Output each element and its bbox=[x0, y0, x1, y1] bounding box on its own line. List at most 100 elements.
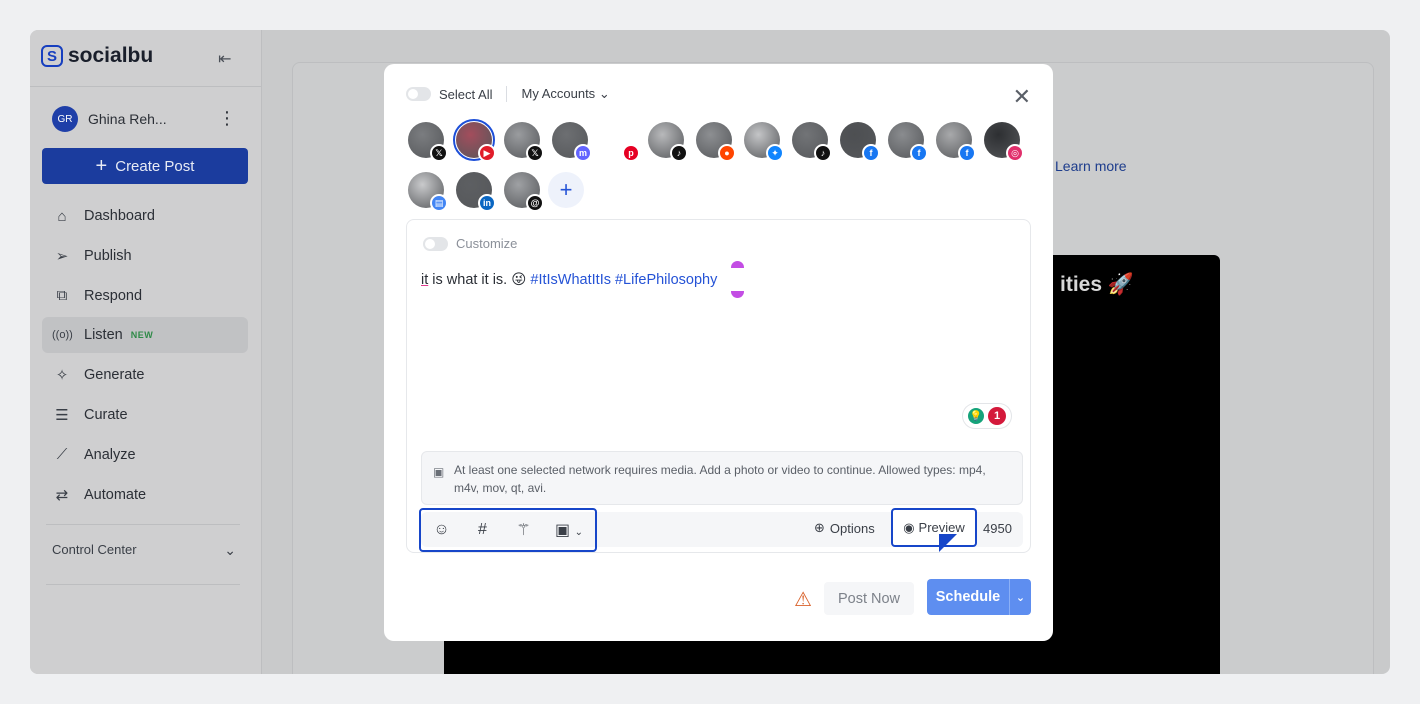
options-button[interactable]: ⊕ Options bbox=[814, 520, 875, 536]
divider bbox=[46, 524, 240, 525]
post-textarea[interactable]: it is what it is. 😜 #ItIsWhatItIs #LifeP… bbox=[421, 272, 717, 288]
sidebar-item-respond[interactable]: ⧉ Respond bbox=[42, 278, 248, 314]
account-avatar-mastodon[interactable]: m bbox=[552, 122, 592, 162]
tiktok-icon: ♪ bbox=[670, 144, 688, 162]
threads-icon: @ bbox=[526, 194, 544, 212]
avatar: GR bbox=[52, 106, 78, 132]
schedule-options-chevron-icon[interactable]: ⌄ bbox=[1009, 579, 1031, 615]
account-avatar-facebook[interactable]: f bbox=[888, 122, 928, 162]
sidebar-item-publish[interactable]: ➢ Publish bbox=[42, 238, 248, 274]
add-account-button[interactable]: + bbox=[548, 172, 584, 208]
accounts-dropdown[interactable]: My Accounts ⌄ bbox=[521, 86, 609, 102]
post-now-label: Post Now bbox=[837, 590, 901, 607]
add-media-icon[interactable]: ▣ ⌄ bbox=[544, 520, 594, 540]
send-icon: ➢ bbox=[55, 247, 69, 265]
broadcast-icon: ((o)) bbox=[52, 329, 73, 342]
repeat-icon: ⇄ bbox=[55, 486, 69, 504]
account-avatar-pinterest[interactable]: p bbox=[600, 122, 640, 162]
sidebar-item-label: Respond bbox=[84, 287, 143, 304]
instagram-icon: ◎ bbox=[1006, 144, 1024, 162]
sidebar-item-label: Automate bbox=[84, 486, 147, 503]
account-avatar-threads[interactable]: @ bbox=[504, 172, 544, 212]
divider bbox=[46, 584, 240, 585]
control-center-toggle[interactable]: Control Center ⌄ bbox=[52, 542, 236, 559]
selection-handle-bottom[interactable] bbox=[731, 291, 744, 298]
sidebar-item-generate[interactable]: ✧ Generate bbox=[42, 357, 248, 393]
account-avatar-youtube[interactable]: ▶ bbox=[453, 119, 496, 162]
panel-heading: ities 🚀 bbox=[1060, 273, 1135, 296]
account-avatar-reddit[interactable]: ● bbox=[696, 122, 736, 162]
schedule-label: Schedule bbox=[935, 589, 1001, 605]
preview-label: Preview bbox=[918, 520, 965, 535]
mouse-cursor-icon bbox=[939, 534, 957, 552]
create-post-button[interactable]: + Create Post bbox=[42, 148, 248, 184]
collapse-sidebar-icon[interactable]: ⇤ bbox=[218, 49, 231, 69]
plus-icon: + bbox=[95, 154, 108, 177]
account-avatar-linkedin[interactable]: in bbox=[456, 172, 496, 212]
media-requirement-notice: ▣ At least one selected network requires… bbox=[421, 451, 1023, 505]
sparkle-icon: ✧ bbox=[55, 367, 69, 385]
sidebar-item-label: Curate bbox=[84, 406, 128, 423]
grammar-checker-widget[interactable]: 💡 1 bbox=[963, 404, 1011, 428]
create-post-label: Create Post bbox=[115, 157, 195, 175]
image-icon: ▣ bbox=[433, 465, 445, 479]
socialbu-logo-icon: S bbox=[41, 45, 63, 67]
sidebar-item-label: Publish bbox=[84, 247, 132, 264]
account-avatar-google-business[interactable]: ▤ bbox=[408, 172, 448, 212]
sidebar-item-dashboard[interactable]: ⌂ Dashboard bbox=[42, 198, 248, 234]
character-count: 4950 bbox=[983, 521, 1012, 536]
account-avatar-facebook[interactable]: f bbox=[840, 122, 880, 162]
mastodon-icon: m bbox=[574, 144, 592, 162]
sidebar-item-listen[interactable]: ((o)) Listen NEW bbox=[42, 317, 248, 354]
post-now-button[interactable]: Post Now bbox=[824, 582, 914, 615]
divider bbox=[30, 86, 262, 87]
account-avatar-tiktok[interactable]: ♪ bbox=[792, 122, 832, 162]
customize-toggle[interactable] bbox=[423, 236, 448, 251]
user-menu[interactable]: GR Ghina Reh... ⋮ bbox=[52, 106, 236, 132]
account-avatar-x[interactable]: 𝕏 bbox=[408, 122, 448, 162]
facebook-icon: f bbox=[862, 144, 880, 162]
divider bbox=[506, 86, 508, 102]
sidebar-nav: ⌂ Dashboard ➢ Publish ⧉ Respond ((o)) Li… bbox=[42, 198, 248, 516]
magic-wand-icon[interactable]: ⚚ bbox=[503, 520, 544, 540]
user-name: Ghina Reh... bbox=[88, 111, 167, 127]
learn-more-link[interactable]: Learn more bbox=[1055, 158, 1127, 174]
control-center-label: Control Center bbox=[52, 542, 137, 557]
eye-icon: ◉ bbox=[903, 519, 915, 535]
hashtag-icon[interactable]: # bbox=[462, 521, 503, 539]
kebab-menu-icon[interactable]: ⋮ bbox=[218, 108, 236, 129]
sidebar-item-curate[interactable]: ☰ Curate bbox=[42, 397, 248, 433]
grammar-issue-count: 1 bbox=[988, 407, 1006, 425]
customize-toggle-row[interactable]: Customize bbox=[423, 236, 517, 251]
plus-circle-icon: ⊕ bbox=[814, 520, 825, 535]
account-selector-bar: Select All My Accounts ⌄ bbox=[406, 86, 610, 102]
chevron-down-icon: ⌄ bbox=[598, 86, 610, 101]
sidebar-item-label: Analyze bbox=[84, 446, 136, 463]
bluesky-icon: ✦ bbox=[766, 144, 784, 162]
account-avatar-instagram[interactable]: ◎ bbox=[984, 122, 1024, 162]
close-icon[interactable]: ✕ bbox=[1013, 84, 1031, 110]
x-icon: 𝕏 bbox=[430, 144, 448, 162]
account-avatar-x[interactable]: 𝕏 bbox=[504, 122, 544, 162]
select-all-toggle[interactable] bbox=[406, 87, 431, 101]
account-avatar-facebook[interactable]: f bbox=[936, 122, 976, 162]
account-avatar-tiktok[interactable]: ♪ bbox=[648, 122, 688, 162]
schedule-button[interactable]: Schedule ⌄ bbox=[927, 579, 1031, 615]
post-editor: Customize it is what it is. 😜 #ItIsWhatI… bbox=[406, 219, 1031, 553]
select-all-label: Select All bbox=[439, 86, 493, 102]
home-icon: ⌂ bbox=[57, 207, 67, 225]
sidebar-item-label: Listen bbox=[84, 327, 123, 344]
preview-button[interactable]: ◉ Preview bbox=[891, 508, 977, 547]
account-avatar-bluesky[interactable]: ✦ bbox=[744, 122, 784, 162]
post-text-body: is what it is. 😜 bbox=[428, 272, 531, 288]
sidebar-item-analyze[interactable]: ⟋ Analyze bbox=[42, 437, 248, 473]
brand-logo[interactable]: S socialbu bbox=[41, 44, 153, 68]
inbox-icon: ⧉ bbox=[56, 287, 68, 305]
emoji-icon[interactable]: ☺ bbox=[421, 521, 462, 539]
x-icon: 𝕏 bbox=[526, 144, 544, 162]
pinterest-icon: p bbox=[622, 144, 640, 162]
accounts-dropdown-label: My Accounts bbox=[521, 86, 596, 101]
sidebar-item-automate[interactable]: ⇄ Automate bbox=[42, 477, 248, 513]
editor-tools-group: ☺ # ⚚ ▣ ⌄ bbox=[419, 508, 597, 552]
selection-handle-top[interactable] bbox=[731, 261, 744, 268]
